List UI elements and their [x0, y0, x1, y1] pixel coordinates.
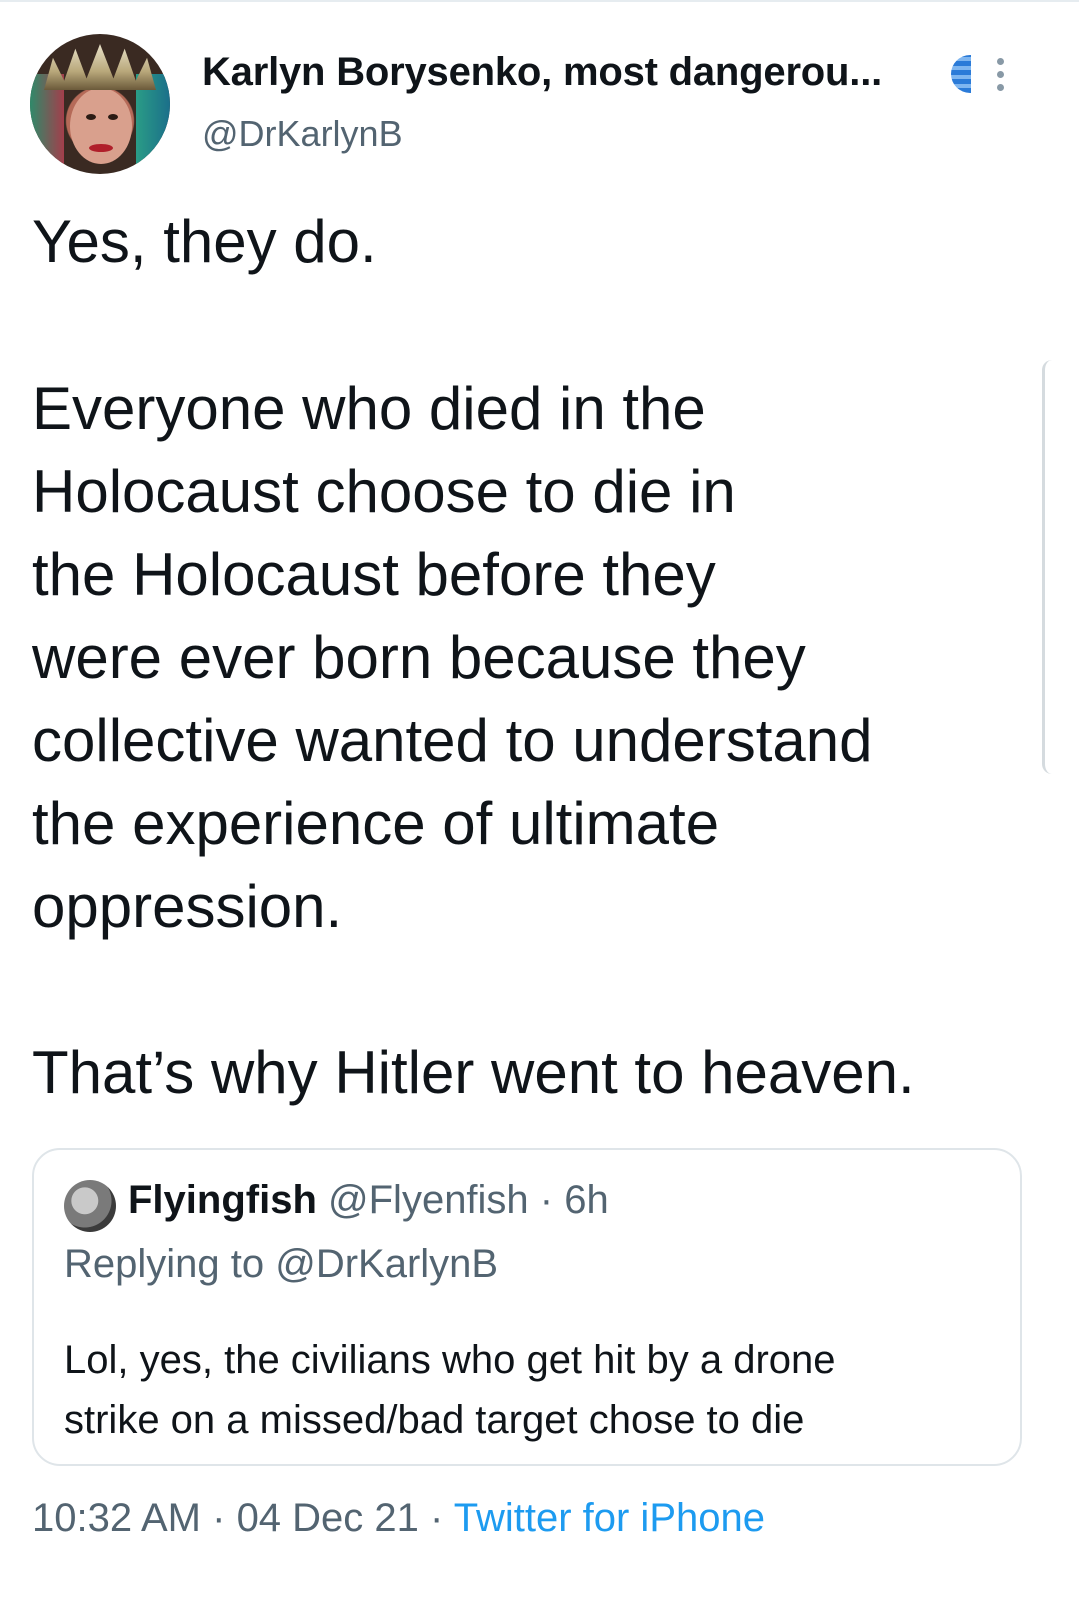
quoted-tweet-text-line: Lol, yes, the civilians who get hit by a… [64, 1338, 836, 1382]
tweet-text-line: Yes, they do. [32, 208, 377, 275]
replying-to: Replying to @DrKarlynB [64, 1242, 498, 1287]
avatar-eye [108, 114, 118, 120]
quoted-tweet-time: 6h [564, 1178, 609, 1222]
quoted-tweet-card[interactable]: Flyingfish @Flyenfish · 6h Replying to @… [32, 1148, 1022, 1466]
separator-dot: · [418, 1496, 454, 1540]
scrollbar[interactable] [1042, 360, 1057, 774]
quoted-tweet-header: Flyingfish @Flyenfish · 6h [128, 1178, 609, 1223]
replying-to-handle[interactable]: @DrKarlynB [275, 1242, 498, 1286]
avatar-lips [89, 144, 113, 152]
tweet-text-line: the experience of ultimate [32, 790, 720, 857]
more-vertical-icon[interactable] [990, 54, 1010, 98]
tweet-source-link[interactable]: Twitter for iPhone [454, 1496, 765, 1540]
quoted-author-handle[interactable]: @Flyenfish [328, 1178, 529, 1222]
quoted-tweet-text: Lol, yes, the civilians who get hit by a… [64, 1330, 1004, 1450]
tweet-text-line: That’s why Hitler went to heaven. [32, 1039, 915, 1106]
tweet-text-line: Holocaust choose to die in [32, 458, 736, 525]
tweet-text-line: oppression. [32, 873, 343, 940]
tweet-text-line: the Holocaust before they [32, 541, 716, 608]
separator-dot: · [201, 1496, 237, 1540]
tweet-timestamp: 10:32 AM · 04 Dec 21 · Twitter for iPhon… [32, 1496, 765, 1541]
tweet-text-line: collective wanted to understand [32, 707, 873, 774]
tweet-text-paragraph: Everyone who died in the Holocaust choos… [32, 367, 1032, 948]
top-divider [0, 0, 1079, 2]
quoted-author-avatar[interactable] [64, 1180, 116, 1232]
avatar-crown [44, 44, 156, 90]
tweet-text-line: Everyone who died in the [32, 375, 706, 442]
author-avatar[interactable] [30, 34, 170, 174]
replying-to-label: Replying to [64, 1242, 276, 1286]
quoted-tweet-text-line: strike on a missed/bad target chose to d… [64, 1398, 805, 1442]
globe-icon [951, 55, 971, 93]
quoted-author-name[interactable]: Flyingfish [128, 1178, 317, 1222]
separator-dot: · [528, 1178, 565, 1222]
author-display-name[interactable]: Karlyn Borysenko, most dangerou... [202, 50, 882, 95]
avatar-eye [86, 114, 96, 120]
tweet-time[interactable]: 10:32 AM [32, 1496, 201, 1540]
tweet-date[interactable]: 04 Dec 21 [237, 1496, 419, 1540]
tweet-text-line: were ever born because they [32, 624, 806, 691]
avatar-face [70, 88, 132, 164]
author-handle[interactable]: @DrKarlynB [202, 113, 403, 155]
